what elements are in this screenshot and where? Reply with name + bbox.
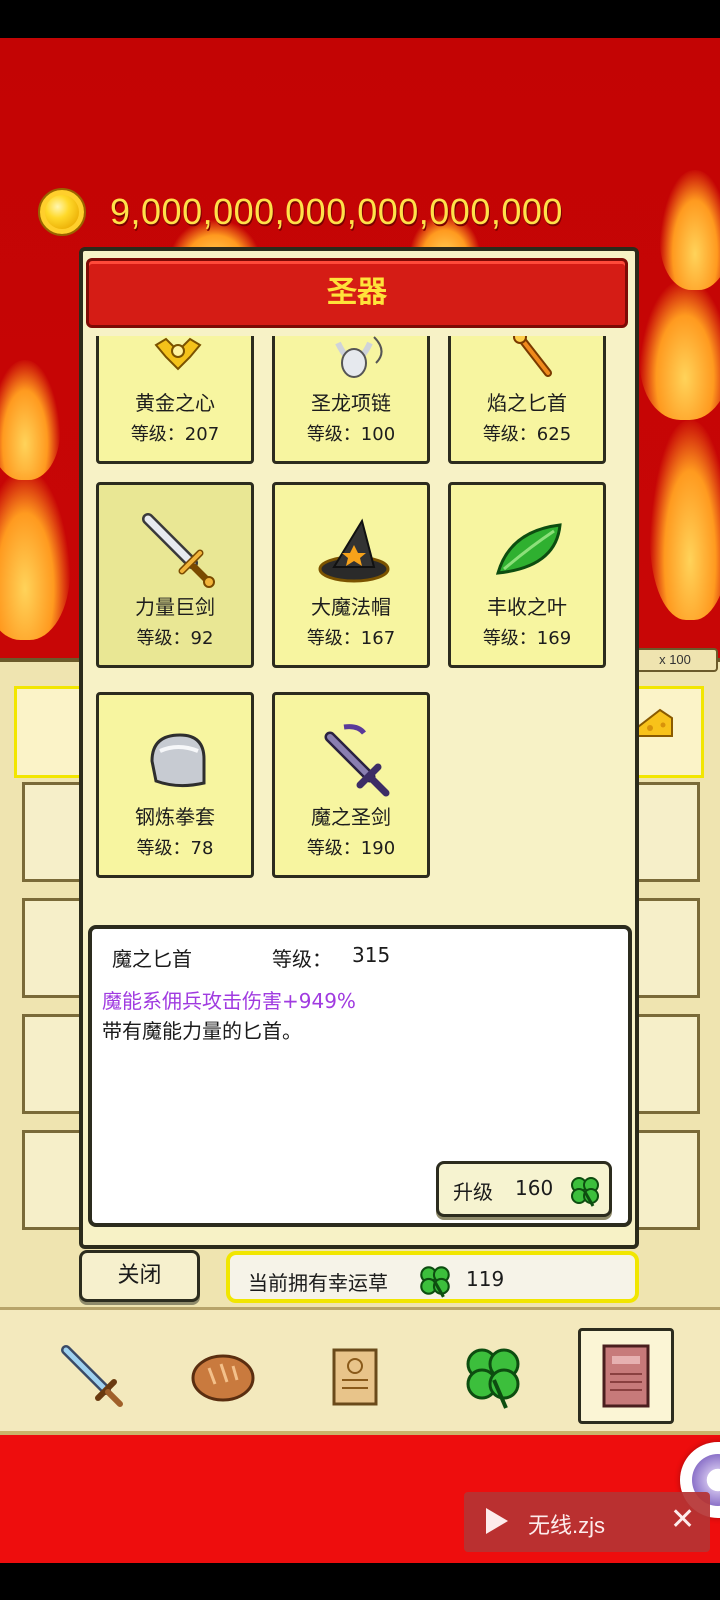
lucky-label: 当前拥有幸运草 xyxy=(248,1271,388,1295)
multiplier-badge[interactable]: x 100 xyxy=(632,648,718,672)
currency-amount: 9,000,000,000,000,000,000 xyxy=(110,191,563,232)
nav-clover-tab[interactable] xyxy=(446,1328,542,1424)
relic-level: 等级：100 xyxy=(306,424,396,445)
lucky-clover-counter: 当前拥有幸运草 119 xyxy=(226,1251,639,1303)
relic-level: 等级：92 xyxy=(136,628,214,649)
relic-level: 等级：167 xyxy=(306,628,396,649)
relic-level: 等级：169 xyxy=(482,628,572,649)
relic-name: 圣龙项链 xyxy=(311,391,391,415)
relic-card[interactable]: 焰之匕首 等级：625 xyxy=(448,336,606,464)
relic-name: 钢炼拳套 xyxy=(135,805,215,829)
relic-level: 等级：78 xyxy=(136,838,214,859)
detail-description: 带有魔能力量的匕首。 xyxy=(102,1019,302,1043)
upgrade-label: 升级 xyxy=(453,1180,493,1204)
relic-level: 等级：190 xyxy=(306,838,396,859)
dialog-title: 圣器 xyxy=(86,258,628,328)
relic-detail-panel: 魔之匕首 等级： 315 魔能系佣兵攻击伤害+949% 带有魔能力量的匕首。 升… xyxy=(88,925,632,1227)
upgrade-cost: 160 xyxy=(515,1176,554,1200)
ad-close-icon[interactable]: ✕ xyxy=(670,1502,695,1538)
gold-coin-icon xyxy=(38,188,86,236)
game-screen: 9,000,000,000,000,000,000 x 100 圣器 黄金之心 … xyxy=(0,0,720,1600)
book-icon xyxy=(602,1344,650,1408)
nav-scroll-tab[interactable] xyxy=(306,1328,402,1424)
relic-level: 等级：625 xyxy=(482,424,572,445)
relic-name: 焰之匕首 xyxy=(487,391,567,415)
relic-grid[interactable]: 黄金之心 等级：207 圣龙项链 等级：100 焰之匕首 等级：625 力量巨剑… xyxy=(96,336,624,901)
close-button[interactable]: 关闭 xyxy=(79,1250,200,1302)
currency-display: 9,000,000,000,000,000,000 xyxy=(38,188,563,236)
upgrade-button[interactable]: 升级 160 xyxy=(436,1161,612,1217)
relic-name: 大魔法帽 xyxy=(311,595,391,619)
greatsword-icon xyxy=(142,513,215,588)
ad-banner[interactable]: 无线.zjs ✕ xyxy=(464,1492,710,1552)
bottom-nav xyxy=(0,1307,720,1435)
nav-sword-tab[interactable] xyxy=(44,1328,140,1424)
nav-book-tab[interactable] xyxy=(578,1328,674,1424)
dragon-necklace-icon xyxy=(335,336,383,378)
ad-text: 无线.zjs xyxy=(528,1513,606,1538)
play-icon xyxy=(486,1508,508,1534)
nav-bread-tab[interactable] xyxy=(175,1328,271,1424)
relic-card[interactable]: 魔之圣剑 等级：190 xyxy=(272,692,430,878)
detail-name: 魔之匕首 xyxy=(112,947,192,971)
lucky-count: 119 xyxy=(466,1267,505,1291)
relic-card[interactable]: 力量巨剑 等级：92 xyxy=(96,482,254,668)
detail-level-value: 315 xyxy=(352,943,391,967)
relic-level: 等级：207 xyxy=(130,424,220,445)
clover-icon xyxy=(420,1266,450,1298)
relic-name: 力量巨剑 xyxy=(135,595,215,619)
bread-icon xyxy=(191,1354,255,1402)
relic-name: 黄金之心 xyxy=(135,391,215,415)
scroll-icon xyxy=(332,1348,378,1406)
clover-icon xyxy=(466,1348,520,1409)
golden-heart-icon xyxy=(154,337,202,371)
relic-card[interactable]: 大魔法帽 等级：167 xyxy=(272,482,430,668)
detail-level-label: 等级： xyxy=(272,947,332,971)
harvest-leaf-icon xyxy=(495,523,562,575)
clover-icon xyxy=(571,1177,599,1207)
relic-name: 丰收之叶 xyxy=(487,595,567,619)
demon-holy-sword-icon xyxy=(324,724,390,797)
relic-card[interactable]: 钢炼拳套 等级：78 xyxy=(96,692,254,878)
wizard-hat-icon xyxy=(318,518,390,583)
relic-card[interactable]: 丰收之叶 等级：169 xyxy=(448,482,606,668)
detail-effect: 魔能系佣兵攻击伤害+949% xyxy=(102,989,356,1013)
steel-gauntlet-icon xyxy=(150,733,206,788)
flame-dagger-icon xyxy=(513,336,552,377)
relic-name: 魔之圣剑 xyxy=(311,805,391,829)
sword-icon xyxy=(61,1345,123,1407)
relic-card[interactable]: 圣龙项链 等级：100 xyxy=(272,336,430,464)
relic-card[interactable]: 黄金之心 等级：207 xyxy=(96,336,254,464)
